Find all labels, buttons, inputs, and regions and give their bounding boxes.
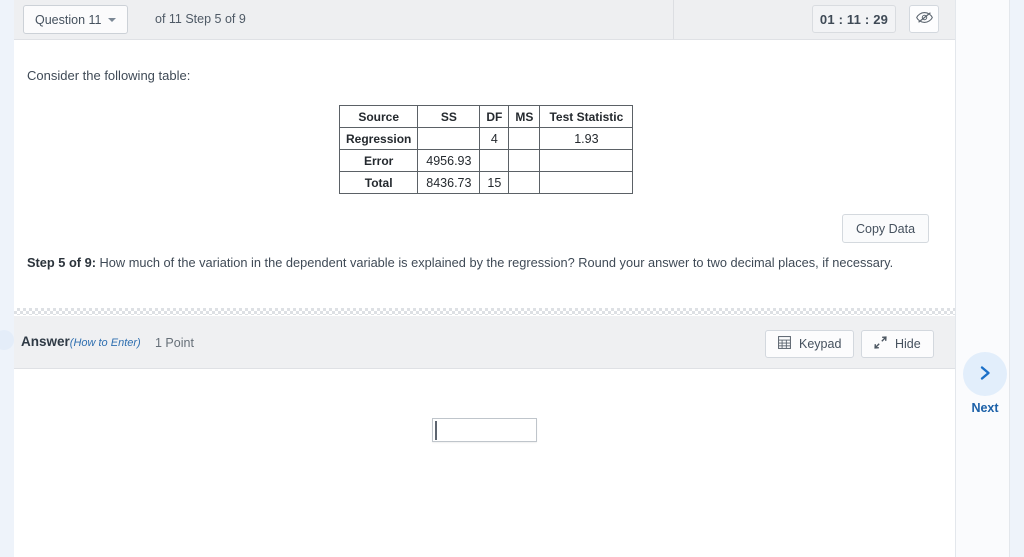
how-to-enter-link[interactable]: (How to Enter) (70, 337, 141, 349)
question-selector-label: Question 11 (35, 12, 102, 27)
next-button-circle (963, 352, 1007, 396)
table-header-row: Source SS DF MS Test Statistic (338, 105, 634, 128)
column-header-source: Source (338, 105, 419, 128)
right-navigation-rail (955, 0, 1010, 557)
section-separator (14, 308, 955, 315)
prompt-step-prefix: Step 5 of 9: (27, 255, 96, 270)
step-progress-label: of 11 Step 5 of 9 (155, 12, 246, 26)
cell-ms (508, 127, 541, 150)
question-header-bar: Question 11 of 11 Step 5 of 9 01 : 11 : … (14, 0, 955, 40)
intro-text: Consider the following table: (27, 68, 191, 83)
cell-source: Total (338, 171, 419, 194)
cell-test-statistic: 1.93 (539, 127, 634, 150)
cell-df: 4 (479, 127, 510, 150)
table-row: Error 4956.93 (338, 149, 634, 172)
keypad-label: Keypad (799, 337, 842, 351)
question-card: Question 11 of 11 Step 5 of 9 01 : 11 : … (14, 0, 955, 557)
cell-df (479, 149, 510, 172)
copy-data-button[interactable]: Copy Data (842, 214, 930, 243)
column-header-ss: SS (417, 105, 481, 128)
cell-ss: 8436.73 (417, 171, 481, 194)
cell-test-statistic (539, 171, 634, 194)
column-header-df: DF (479, 105, 510, 128)
answer-heading-text: Answer (21, 334, 70, 349)
answer-toolbar: Answer(How to Enter) 1 Point Keypad Hide (14, 316, 955, 369)
cell-ss: 4956.93 (417, 149, 481, 172)
question-selector-button[interactable]: Question 11 (23, 5, 129, 34)
prompt-body-text: How much of the variation in the depende… (95, 255, 894, 270)
anova-table-container: Source SS DF MS Test Statistic Regressio… (338, 105, 634, 194)
hide-timer-button[interactable] (909, 5, 939, 33)
anova-table: Source SS DF MS Test Statistic Regressio… (338, 105, 634, 194)
hide-answer-button[interactable]: Hide (861, 330, 934, 358)
column-header-ms: MS (508, 105, 541, 128)
page-background-left (0, 0, 14, 557)
points-value: 1 Point (155, 336, 194, 350)
question-prompt: Step 5 of 9: How much of the variation i… (27, 253, 907, 272)
column-header-test-statistic: Test Statistic (539, 105, 634, 128)
keypad-button[interactable]: Keypad (765, 330, 855, 358)
cell-ms (508, 149, 541, 172)
page-background-right (1010, 0, 1024, 557)
cell-source: Error (338, 149, 419, 172)
next-button-label: Next (971, 401, 999, 415)
cell-ss (417, 127, 481, 150)
quiz-page: Question 11 of 11 Step 5 of 9 01 : 11 : … (0, 0, 1024, 557)
answer-input[interactable] (432, 418, 537, 442)
keypad-grid-icon (778, 336, 791, 352)
copy-data-label: Copy Data (856, 221, 916, 236)
cell-test-statistic (539, 149, 634, 172)
chevron-right-icon (979, 365, 992, 384)
cell-df: 15 (479, 171, 510, 194)
countdown-timer: 01 : 11 : 29 (812, 5, 896, 33)
eye-slash-icon (915, 11, 933, 27)
cell-ms (508, 171, 541, 194)
cell-source: Regression (338, 127, 419, 150)
chevron-down-icon (108, 17, 117, 22)
hide-label: Hide (895, 337, 921, 351)
header-divider (673, 0, 674, 39)
table-row: Regression 4 1.93 (338, 127, 634, 150)
text-cursor (435, 421, 437, 440)
answer-heading: Answer(How to Enter) (21, 334, 141, 349)
next-button[interactable]: Next (963, 352, 1007, 415)
collapse-arrows-icon (874, 336, 887, 352)
table-row: Total 8436.73 15 (338, 171, 634, 194)
